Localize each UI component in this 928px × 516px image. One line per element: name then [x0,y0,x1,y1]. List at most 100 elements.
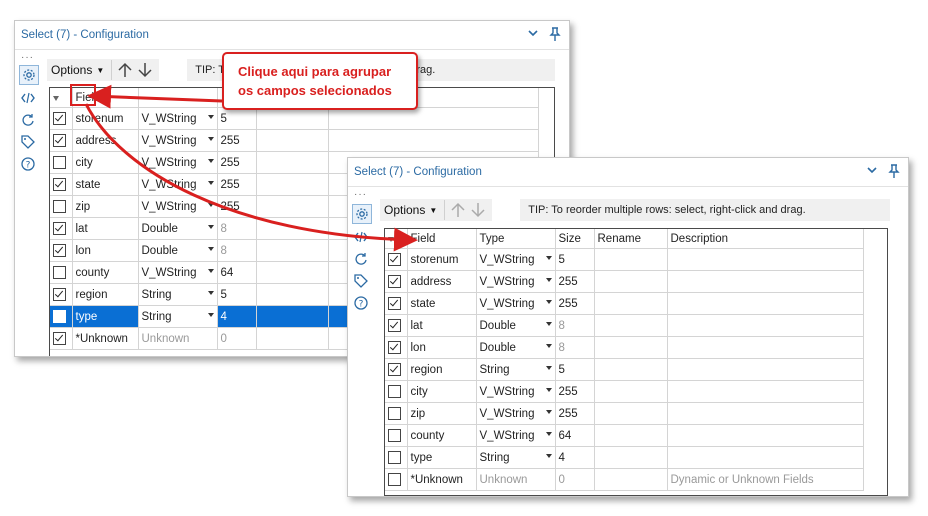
row-checkbox-cell[interactable] [50,261,73,284]
move-down-button[interactable] [135,59,155,81]
size-value[interactable]: 8 [217,239,257,262]
dropdown-caret-icon[interactable] [545,410,552,414]
header-type[interactable]: Type [476,229,556,249]
field-name[interactable]: address [407,270,477,293]
type-select[interactable]: Double [138,239,218,262]
table-row[interactable]: zip V_WString 255 [385,402,864,425]
size-value[interactable]: 8 [555,336,595,359]
options-button[interactable]: Options ▼ [380,199,441,221]
rename-cell[interactable] [594,292,668,315]
row-checkbox-cell[interactable] [50,327,73,350]
dropdown-caret-icon[interactable] [545,322,552,326]
description-cell[interactable] [667,336,864,359]
row-checkbox-cell[interactable] [385,336,408,359]
size-value[interactable]: 255 [555,292,595,315]
size-value[interactable]: 5 [555,248,595,271]
size-value[interactable]: 255 [555,380,595,403]
description-cell[interactable] [667,270,864,293]
dropdown-caret-icon[interactable] [207,137,214,141]
type-select[interactable]: Double [138,217,218,240]
rename-cell[interactable] [256,107,329,130]
chevron-down-icon[interactable] [527,27,539,41]
field-name[interactable]: region [407,358,477,381]
row-checkbox-cell[interactable] [50,129,73,152]
row-checkbox[interactable] [53,156,66,169]
header-sort[interactable] [385,229,408,249]
description-cell[interactable] [667,424,864,447]
header-size[interactable]: Size [555,229,595,249]
description-cell[interactable] [328,129,539,152]
row-checkbox-cell[interactable] [50,151,73,174]
row-checkbox[interactable] [388,363,401,376]
pin-icon[interactable] [549,27,561,41]
row-checkbox-cell[interactable] [385,358,408,381]
size-value[interactable]: 8 [217,217,257,240]
description-cell[interactable] [328,107,539,130]
table-row[interactable]: lat Double 8 [385,314,864,337]
pin-icon[interactable] [888,164,900,178]
rename-cell[interactable] [594,468,668,491]
rename-cell[interactable] [594,380,668,403]
move-up-button[interactable] [115,59,135,81]
field-name[interactable]: storenum [72,107,139,130]
options-button[interactable]: Options ▼ [47,59,108,81]
size-value[interactable]: 8 [555,314,595,337]
header-field[interactable]: Field [407,229,477,249]
field-name[interactable]: state [72,173,139,196]
size-value[interactable]: 255 [217,151,257,174]
type-select[interactable]: String [138,283,218,306]
type-select[interactable]: V_WString [476,380,556,403]
header-description[interactable]: Description [667,229,864,249]
field-name[interactable]: lon [72,239,139,262]
dropdown-caret-icon[interactable] [207,159,214,163]
dropdown-caret-icon[interactable] [545,256,552,260]
rename-cell[interactable] [594,402,668,425]
field-name[interactable]: storenum [407,248,477,271]
size-value[interactable]: 64 [555,424,595,447]
help-icon[interactable]: ? [19,155,37,173]
table-row[interactable]: lon Double 8 [385,336,864,359]
rename-cell[interactable] [256,151,329,174]
type-select[interactable]: String [476,358,556,381]
rename-cell[interactable] [256,239,329,262]
gear-icon[interactable] [352,204,372,224]
table-row[interactable]: type String 4 [385,446,864,469]
row-checkbox[interactable] [53,288,66,301]
row-checkbox[interactable] [53,112,66,125]
size-value[interactable]: 4 [555,446,595,469]
field-name[interactable]: *Unknown [407,468,477,491]
field-name[interactable]: city [72,151,139,174]
description-cell[interactable] [667,292,864,315]
row-checkbox[interactable] [388,407,401,420]
help-icon[interactable]: ? [352,294,370,312]
code-icon[interactable] [19,89,37,107]
field-name[interactable]: state [407,292,477,315]
header-rename[interactable]: Rename [594,229,668,249]
dropdown-caret-icon[interactable] [207,225,214,229]
type-select[interactable]: V_WString [476,402,556,425]
table-row[interactable]: address V_WString 255 [385,270,864,293]
row-checkbox[interactable] [388,253,401,266]
rename-cell[interactable] [256,217,329,240]
rename-cell[interactable] [594,270,668,293]
field-name[interactable]: lat [407,314,477,337]
table-row[interactable]: region String 5 [385,358,864,381]
type-select[interactable]: V_WString [138,261,218,284]
move-down-button[interactable] [468,199,488,221]
field-name[interactable]: type [72,305,139,328]
rename-cell[interactable] [256,195,329,218]
field-name[interactable]: city [407,380,477,403]
rename-cell[interactable] [594,248,668,271]
row-checkbox[interactable] [53,134,66,147]
description-cell[interactable] [667,358,864,381]
size-value[interactable]: 255 [217,173,257,196]
type-select[interactable]: V_WString [476,292,556,315]
table-row[interactable]: address V_WString 255 [50,129,539,152]
field-name[interactable]: lat [72,217,139,240]
dropdown-caret-icon[interactable] [545,366,552,370]
type-select[interactable]: V_WString [138,107,218,130]
rename-cell[interactable] [256,327,329,350]
row-checkbox-cell[interactable] [385,402,408,425]
description-cell[interactable] [667,380,864,403]
rename-cell[interactable] [594,314,668,337]
